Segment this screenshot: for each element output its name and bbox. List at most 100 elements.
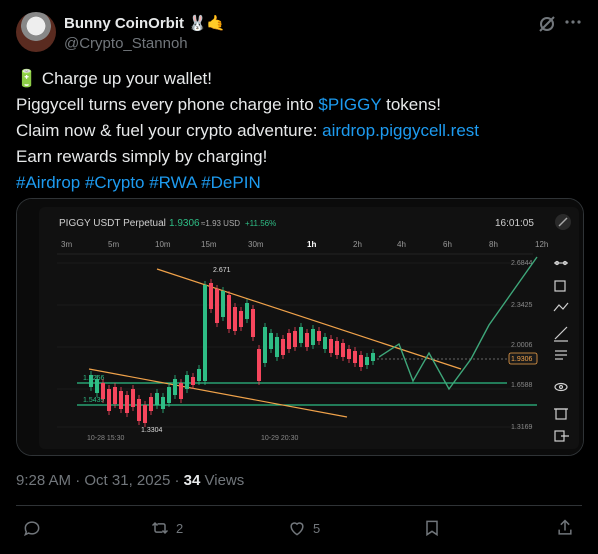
candle-down	[305, 333, 309, 347]
candle-down	[143, 405, 147, 423]
heart-icon	[290, 522, 304, 536]
tweet-date: Oct 31, 2025	[84, 472, 171, 489]
timeframe-5m[interactable]: 5m	[108, 240, 119, 249]
current-price-tag: 1.9306	[511, 356, 533, 363]
display-name[interactable]: Bunny CoinOrbit 🐰🤙	[64, 14, 226, 32]
timeframe-6h[interactable]: 6h	[443, 240, 452, 249]
tweet-text: 🔋 Charge up your wallet! Piggycell turns…	[16, 66, 582, 196]
candle-down	[137, 399, 141, 421]
price-axis-label: 2.0006	[511, 342, 533, 349]
price-axis-label: 2.6844	[511, 260, 533, 267]
bookmark-icon	[426, 520, 438, 537]
candle-up	[269, 333, 273, 349]
candle-up	[167, 387, 171, 403]
candle-down	[347, 349, 351, 359]
candle-down	[227, 295, 231, 329]
candle-up	[185, 375, 189, 389]
candle-up	[263, 327, 267, 363]
hashtags[interactable]: #Airdrop #Crypto #RWA #DePIN	[16, 170, 582, 196]
usd-equivalent: ≈1.93 USD	[201, 219, 240, 228]
candle-down	[293, 331, 297, 347]
candle-up	[275, 337, 279, 357]
views-count: 34	[183, 472, 201, 489]
timeframe-8h[interactable]: 8h	[489, 240, 498, 249]
candle-up	[95, 379, 99, 393]
tweet-line-2-suffix: tokens!	[381, 95, 441, 114]
price-axis-label: 2.3425	[511, 302, 533, 309]
candle-down	[209, 283, 213, 309]
like-count: 5	[313, 520, 321, 536]
retweet-button[interactable]: 2	[150, 518, 183, 538]
reply-icon	[24, 521, 40, 537]
timeframe-12h[interactable]: 12h	[535, 240, 548, 249]
user-handle[interactable]: @Crypto_Stannoh	[64, 35, 188, 52]
display-name-text[interactable]: Bunny CoinOrbit	[64, 15, 184, 32]
candle-down	[329, 339, 333, 353]
candle-down	[317, 331, 321, 341]
timeframe-1h[interactable]: 1h	[307, 240, 316, 249]
price-axis-label: 1.6588	[511, 382, 533, 389]
tweet-line-2-prefix: Piggycell turns every phone charge into	[16, 95, 319, 114]
tweet-timestamp[interactable]: 9:28 AM · Oct 31, 2025 · 34 Views	[16, 472, 244, 489]
retweet-count: 2	[176, 520, 184, 536]
tweet-line-1-text: Charge up your wallet!	[41, 69, 212, 88]
avatar[interactable]	[16, 12, 56, 52]
price-axis-label: 1.3169	[511, 424, 533, 431]
price-label: 1.9306	[169, 218, 200, 229]
timeframe-15m[interactable]: 15m	[201, 240, 217, 249]
bookmark-button[interactable]	[422, 518, 442, 538]
date-label-2: 10-29 20:30	[261, 435, 298, 442]
candle-down	[119, 391, 123, 409]
candle-down	[149, 397, 153, 411]
retweet-icon	[151, 521, 169, 535]
tweet-time: 9:28 AM	[16, 472, 72, 489]
candle-down	[215, 289, 219, 323]
expand-icon[interactable]	[555, 214, 571, 230]
low-label: 1.3304	[141, 427, 163, 434]
more-options-icon[interactable]	[563, 12, 583, 37]
cashtag-link[interactable]: $PIGGY	[318, 95, 381, 114]
timeframe-3m[interactable]: 3m	[61, 240, 72, 249]
candle-up	[299, 327, 303, 343]
tweet-line-2: Piggycell turns every phone charge into …	[16, 92, 582, 118]
trading-chart-screenshot: PIGGY USDT Perpetual 1.9306 ≈1.93 USD +1…	[17, 199, 583, 455]
pair-label: PIGGY USDT Perpetual	[59, 218, 166, 229]
reply-button[interactable]	[22, 518, 48, 538]
like-button[interactable]: 5	[287, 518, 320, 538]
candle-down	[335, 341, 339, 355]
candle-down	[251, 309, 255, 337]
grok-icon[interactable]	[537, 14, 557, 39]
tweet-line-3: Claim now & fuel your crypto adventure: …	[16, 118, 582, 144]
candle-down	[281, 339, 285, 355]
battery-emoji: 🔋	[16, 69, 38, 88]
tweet-line-1: 🔋 Charge up your wallet!	[16, 66, 582, 92]
timeframe-2h[interactable]: 2h	[353, 240, 362, 249]
tweet-line-4: Earn rewards simply by charging!	[16, 147, 268, 166]
candle-down	[125, 395, 129, 413]
change-percent: +11.56%	[245, 219, 276, 228]
candle-down	[191, 377, 195, 385]
tweet-line-3-prefix: Claim now & fuel your crypto adventure:	[16, 121, 323, 140]
candle-up	[89, 375, 93, 387]
tweet-media-image[interactable]: PIGGY USDT Perpetual 1.9306 ≈1.93 USD +1…	[16, 198, 584, 456]
candle-up	[155, 393, 159, 405]
candle-up	[311, 329, 315, 345]
support-label-1: 1.7266	[83, 375, 105, 382]
candle-down	[353, 351, 357, 363]
views-label: Views	[204, 472, 245, 489]
clock-label: 16:01:05	[495, 218, 534, 229]
candle-up	[323, 337, 327, 349]
timeframe-30m[interactable]: 30m	[248, 240, 264, 249]
candle-up	[203, 285, 207, 381]
candle-down	[257, 349, 261, 381]
share-button[interactable]	[555, 518, 575, 538]
candle-down	[341, 343, 345, 357]
timeframe-4h[interactable]: 4h	[397, 240, 406, 249]
candle-down	[131, 389, 135, 407]
candle-up	[245, 303, 249, 319]
candle-down	[113, 387, 117, 404]
date-label-1: 10-28 15:30	[87, 435, 124, 442]
airdrop-link[interactable]: airdrop.piggycell.rest	[322, 121, 479, 140]
timeframe-10m[interactable]: 10m	[155, 240, 171, 249]
candle-up	[365, 357, 369, 365]
